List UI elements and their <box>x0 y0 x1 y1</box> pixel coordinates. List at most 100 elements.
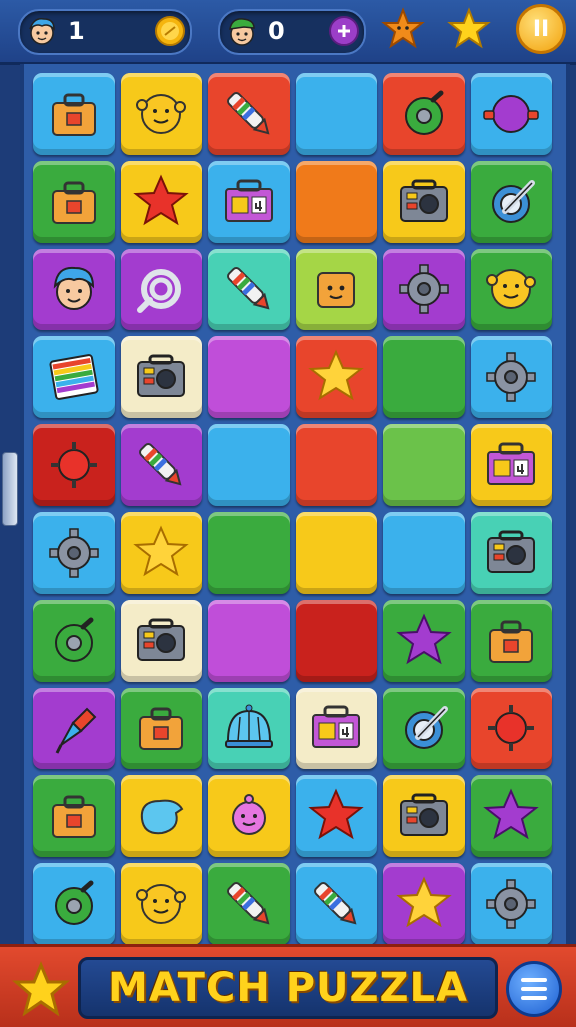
tile-r10-c5[interactable] <box>383 863 465 945</box>
blob-face-icon <box>136 884 187 925</box>
player1-counter: 1 <box>18 9 192 55</box>
tile-r4-c6[interactable] <box>470 336 552 419</box>
tile-r10-c4[interactable] <box>295 863 377 945</box>
blob-pink-icon <box>231 794 266 836</box>
tile-r6-c2[interactable] <box>120 511 202 594</box>
tile-r8-c3[interactable] <box>208 687 290 770</box>
tile-r4-c5[interactable] <box>383 336 465 419</box>
menu-button[interactable] <box>506 961 562 1017</box>
crayon-icon <box>226 91 270 135</box>
tile-r7-c6[interactable] <box>470 599 552 682</box>
tile-r4-c2[interactable] <box>120 336 202 419</box>
tile-r6-c4[interactable] <box>295 511 377 594</box>
tile-r4-c3[interactable] <box>208 336 290 419</box>
ring-icon <box>404 706 448 750</box>
tile-r2-c5[interactable] <box>383 160 465 243</box>
bottom-bar: MATCH PUZZLA <box>0 944 576 1027</box>
tile-r5-c5[interactable] <box>383 424 465 506</box>
tile-r7-c2[interactable] <box>120 599 202 682</box>
tile-r3-c2[interactable] <box>120 248 202 331</box>
blob-face-icon <box>486 269 537 310</box>
tile-r1-c3[interactable] <box>208 73 290 155</box>
brush-icon <box>55 708 97 755</box>
tile-r1-c6[interactable] <box>470 73 552 155</box>
purple-gem-icon <box>329 16 359 46</box>
tile-r9-c4[interactable] <box>295 775 377 858</box>
gear-icon <box>399 264 449 315</box>
ball-icon <box>483 94 539 133</box>
tile-r10-c1[interactable] <box>33 863 115 945</box>
tile-r2-c2[interactable] <box>120 160 202 243</box>
tile-r6-c3[interactable] <box>208 511 290 594</box>
donut-icon <box>54 617 94 662</box>
tile-r7-c3[interactable] <box>208 599 290 682</box>
tile-r8-c2[interactable] <box>120 687 202 770</box>
tile-r9-c2[interactable] <box>120 775 202 858</box>
pause-button[interactable]: II <box>516 4 566 54</box>
radio-icon <box>399 793 448 837</box>
tile-r3-c3[interactable] <box>208 248 290 331</box>
tile-r8-c1[interactable] <box>33 687 115 770</box>
tile-grid <box>30 70 555 948</box>
crayon-icon <box>226 267 270 310</box>
tile-r5-c3[interactable] <box>208 424 290 506</box>
box-4-icon <box>312 705 361 749</box>
tile-r8-c6[interactable] <box>470 687 552 770</box>
tile-r2-c6[interactable] <box>470 160 552 243</box>
player2-count: 0 <box>268 17 285 45</box>
tile-r2-c3[interactable] <box>208 160 290 243</box>
tile-r6-c6[interactable] <box>470 511 552 594</box>
gold-star-icon[interactable] <box>446 6 492 52</box>
tile-r3-c4[interactable] <box>295 248 377 331</box>
tile-r3-c6[interactable] <box>470 248 552 331</box>
tile-r5-c2[interactable] <box>120 424 202 506</box>
tile-r10-c3[interactable] <box>208 863 290 945</box>
star-purple-icon <box>396 613 452 664</box>
tile-r9-c1[interactable] <box>33 775 115 858</box>
tile-r7-c5[interactable] <box>383 599 465 682</box>
tile-r7-c4[interactable] <box>295 599 377 682</box>
game-title-plate: MATCH PUZZLA <box>78 957 498 1019</box>
tile-r9-c5[interactable] <box>383 775 465 858</box>
top-hud: 1 0 II <box>0 0 576 65</box>
radio-icon <box>137 618 186 661</box>
player2-counter: 0 <box>218 9 366 55</box>
hamburger-line <box>521 987 547 991</box>
tile-r10-c2[interactable] <box>120 863 202 945</box>
donut-icon <box>54 880 94 926</box>
tile-r6-c1[interactable] <box>33 511 115 594</box>
toolbox-icon <box>489 620 534 663</box>
blue-hair-boy-avatar-icon <box>29 17 55 45</box>
star-red-icon <box>133 174 189 225</box>
tile-r9-c6[interactable] <box>470 775 552 858</box>
orange-star-icon[interactable] <box>380 6 426 52</box>
crayon-icon <box>226 882 270 925</box>
tile-r10-c6[interactable] <box>470 863 552 945</box>
swirl-icon <box>137 269 182 314</box>
tile-r3-c5[interactable] <box>383 248 465 331</box>
tile-r4-c1[interactable] <box>33 336 115 419</box>
tile-r2-c1[interactable] <box>33 160 115 243</box>
tile-r1-c1[interactable] <box>33 73 115 155</box>
tile-r7-c1[interactable] <box>33 599 115 682</box>
star-yellow-icon <box>396 876 452 928</box>
tile-r8-c5[interactable] <box>383 687 465 770</box>
tile-r5-c6[interactable] <box>470 424 552 506</box>
gold-star-icon[interactable] <box>12 961 70 1019</box>
tile-r6-c5[interactable] <box>383 511 465 594</box>
tile-r3-c1[interactable] <box>33 248 115 331</box>
tile-r4-c4[interactable] <box>295 336 377 419</box>
tile-r5-c1[interactable] <box>33 424 115 506</box>
tile-r9-c3[interactable] <box>208 775 290 858</box>
radio-icon <box>137 354 186 398</box>
tile-r1-c2[interactable] <box>120 73 202 155</box>
tile-r1-c5[interactable] <box>383 73 465 155</box>
tile-r5-c4[interactable] <box>295 424 377 506</box>
ring-icon <box>492 179 536 223</box>
tile-r2-c4[interactable] <box>295 160 377 243</box>
tile-r1-c4[interactable] <box>295 73 377 155</box>
side-drawer-handle[interactable] <box>2 452 18 526</box>
tile-r8-c4[interactable] <box>295 687 377 770</box>
stripes-icon <box>49 354 99 401</box>
star-red-icon <box>308 788 364 840</box>
